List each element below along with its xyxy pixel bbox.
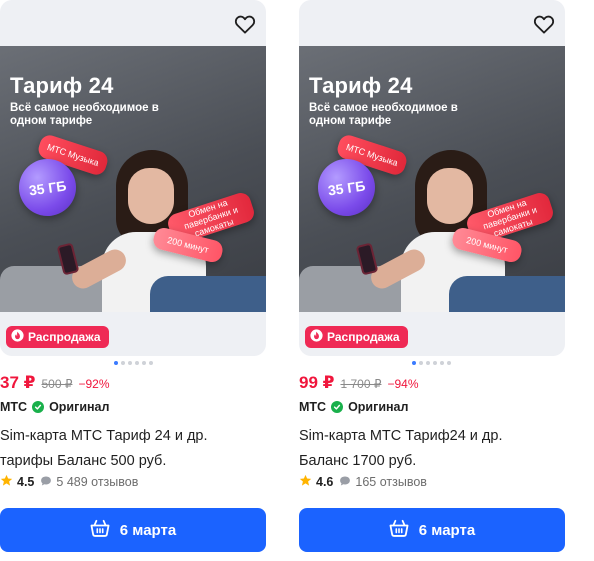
jeans-graphic (449, 276, 565, 312)
reviews-count: 165 отзывов (355, 475, 427, 489)
pagination-dot[interactable] (135, 361, 139, 365)
product-image-gallery[interactable]: Тариф 24 Всё самое необходимое в одном т… (0, 0, 266, 356)
pagination-dot[interactable] (128, 361, 132, 365)
pagination-dot[interactable] (419, 361, 423, 365)
product-title[interactable]: Sim-карта МТС Тариф24 и др. Баланс 1700 … (299, 424, 561, 474)
original-check-icon (331, 401, 344, 413)
banner-title: Тариф 24 (10, 73, 114, 98)
original-check-icon (32, 401, 45, 413)
banner-subtitle: Всё самое необходимое в одном тарифе (309, 102, 458, 127)
delivery-date: 6 марта (119, 521, 177, 539)
pagination-dot[interactable] (447, 361, 451, 365)
product-title-line: Sim-карта МТС Тариф 24 и др. (0, 428, 208, 444)
pagination-dot[interactable] (433, 361, 437, 365)
pagination-dot[interactable] (149, 361, 153, 365)
image-pagination-dots (412, 361, 451, 365)
fire-icon (310, 329, 323, 345)
pagination-dot[interactable] (426, 361, 430, 365)
image-pagination-dots (114, 361, 153, 365)
product-card[interactable]: Тариф 24 Всё самое необходимое в одном т… (299, 0, 565, 561)
product-grid: Тариф 24 Всё самое необходимое в одном т… (0, 0, 594, 561)
pagination-dot[interactable] (440, 361, 444, 365)
banner-title: Тариф 24 (309, 73, 413, 98)
brand-row: МТС Оригинал (299, 400, 408, 414)
rating-row[interactable]: 4.5 5 489 отзывов (0, 474, 138, 490)
rating-row[interactable]: 4.6 165 отзывов (299, 474, 427, 490)
add-to-cart-button[interactable]: 6 марта (0, 508, 266, 552)
product-title[interactable]: Sim-карта МТС Тариф 24 и др. тарифы Бала… (0, 424, 262, 474)
old-price: 500 ₽ (41, 377, 73, 391)
price-row: 37 ₽ 500 ₽ −92% (0, 373, 110, 393)
favorite-heart-icon[interactable] (230, 10, 260, 38)
rating-value: 4.5 (17, 475, 35, 489)
rating-value: 4.6 (316, 475, 334, 489)
reviews-count: 5 489 отзывов (56, 475, 139, 489)
price-row: 99 ₽ 1 700 ₽ −94% (299, 373, 419, 393)
basket-icon (90, 519, 110, 541)
pagination-dot[interactable] (114, 361, 118, 365)
favorite-heart-icon[interactable] (529, 10, 559, 38)
product-image-gallery[interactable]: Тариф 24 Всё самое необходимое в одном т… (299, 0, 565, 356)
banner-subtitle: Всё самое необходимое в одном тарифе (10, 102, 159, 127)
pagination-dot[interactable] (412, 361, 416, 365)
old-price: 1 700 ₽ (340, 377, 382, 391)
discount-percent: −94% (387, 377, 419, 391)
sale-badge-label: Распродажа (28, 330, 101, 344)
star-icon (0, 474, 13, 490)
brand-name[interactable]: МТС (299, 400, 326, 414)
sale-badge: Распродажа (6, 326, 109, 348)
original-label: Оригинал (49, 400, 110, 414)
current-price: 99 ₽ (299, 373, 335, 392)
product-title-line: Баланс 1700 руб. (299, 453, 417, 469)
current-price: 37 ₽ (0, 373, 36, 392)
fire-icon (11, 329, 24, 345)
reviews-bubble-icon (339, 475, 351, 490)
sale-badge-label: Распродажа (327, 330, 400, 344)
reviews-bubble-icon (40, 475, 52, 490)
jeans-graphic (150, 276, 266, 312)
basket-icon (389, 519, 409, 541)
pagination-dot[interactable] (121, 361, 125, 365)
star-icon (299, 474, 312, 490)
product-card[interactable]: Тариф 24 Всё самое необходимое в одном т… (0, 0, 266, 561)
product-image[interactable]: Тариф 24 Всё самое необходимое в одном т… (299, 46, 565, 312)
sale-badge: Распродажа (305, 326, 408, 348)
product-image[interactable]: Тариф 24 Всё самое необходимое в одном т… (0, 46, 266, 312)
product-title-line: тарифы Баланс 500 руб. (0, 453, 167, 469)
add-to-cart-button[interactable]: 6 марта (299, 508, 565, 552)
original-label: Оригинал (348, 400, 409, 414)
delivery-date: 6 марта (418, 521, 476, 539)
brand-name[interactable]: МТС (0, 400, 27, 414)
product-title-line: Sim-карта МТС Тариф24 и др. (299, 428, 503, 444)
brand-row: МТС Оригинал (0, 400, 109, 414)
pagination-dot[interactable] (142, 361, 146, 365)
discount-percent: −92% (78, 377, 110, 391)
